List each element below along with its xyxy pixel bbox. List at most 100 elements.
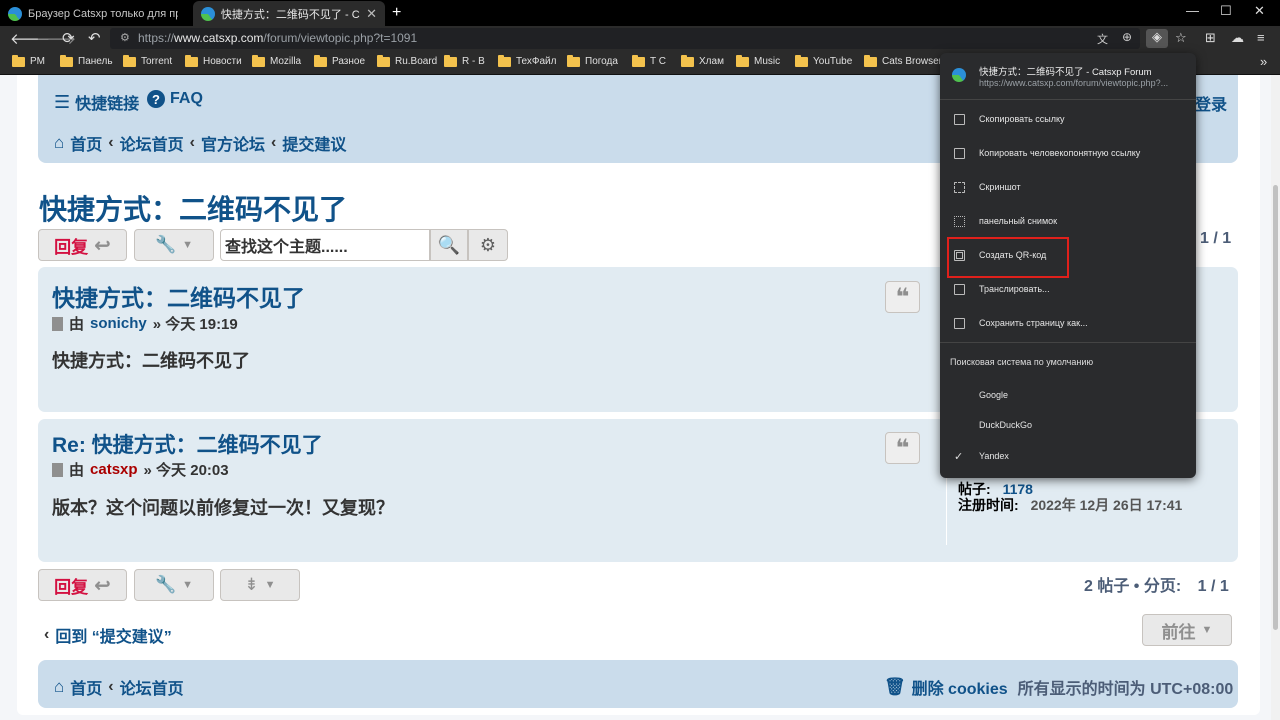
engine-duckduckgo[interactable]: DuckDuckGo bbox=[940, 413, 1196, 437]
maximize-icon[interactable]: ☐ bbox=[1220, 3, 1232, 19]
folder-icon bbox=[252, 54, 265, 67]
topic-title[interactable]: 快捷方式：二维码不见了 bbox=[39, 188, 347, 228]
undo-icon[interactable]: ↶ bbox=[88, 29, 101, 47]
menu-copy-readable-link[interactable]: Копировать человекопонятную ссылку bbox=[940, 141, 1196, 165]
close-window-icon[interactable]: ✕ bbox=[1254, 3, 1265, 19]
topic-search-input[interactable]: 查找这个主题...... bbox=[220, 229, 430, 261]
bookmark-folder[interactable]: Music bbox=[736, 54, 780, 67]
chevron-left-icon: ‹ bbox=[108, 678, 114, 695]
bookmark-folder[interactable]: Панель bbox=[60, 54, 113, 67]
goto-dropdown[interactable]: 前往 ▼ bbox=[1142, 614, 1232, 646]
minimize-icon[interactable]: — bbox=[1186, 3, 1199, 18]
post-file-icon bbox=[52, 316, 63, 331]
bookmark-folder[interactable]: Mozilla bbox=[252, 54, 301, 67]
bookmark-folder[interactable]: Ru.Board bbox=[377, 54, 437, 67]
quote-icon: ❝ bbox=[895, 434, 910, 462]
bookmark-folder[interactable]: T C bbox=[632, 54, 666, 67]
search-engine-heading: Поисковая система по умолчанию bbox=[950, 357, 1094, 367]
caret-down-icon: ▼ bbox=[182, 579, 194, 591]
folder-icon bbox=[444, 54, 457, 67]
post-author[interactable]: catsxp bbox=[90, 461, 138, 478]
bookmark-folder[interactable]: Погода bbox=[567, 54, 618, 67]
post-title[interactable]: 快捷方式：二维码不见了 bbox=[52, 279, 305, 313]
scrollbar-thumb[interactable] bbox=[1273, 185, 1278, 630]
reload-icon[interactable]: ⟳ bbox=[62, 29, 75, 47]
footer-right: 🗑 删除 cookies 所有显示的时间为 UTC+08:00 bbox=[884, 675, 1234, 699]
folder-icon bbox=[123, 54, 136, 67]
search-icon: 🔍 bbox=[437, 234, 461, 255]
bookmark-folder[interactable]: PM bbox=[12, 54, 45, 67]
zoom-icon[interactable]: ⊕ bbox=[1122, 30, 1132, 44]
engine-google[interactable]: Google bbox=[940, 383, 1196, 407]
tab-title: Браузер Catsxp только для простоты и б bbox=[28, 7, 178, 20]
crumb-official[interactable]: 官方论坛 bbox=[201, 131, 265, 155]
profile-joined: 注册时间: 2022年 12月 26日 17:41 bbox=[958, 497, 1183, 513]
caret-down-icon: ▼ bbox=[1201, 624, 1213, 636]
close-tab-icon[interactable]: ✕ bbox=[366, 6, 377, 22]
post-body: 快捷方式：二维码不见了 bbox=[52, 351, 250, 371]
share-menu-icon[interactable]: ◈ bbox=[1146, 29, 1168, 48]
quote-button[interactable]: ❝ bbox=[885, 432, 920, 464]
main-menu-icon[interactable]: ≡ bbox=[1257, 30, 1265, 45]
question-icon: ? bbox=[147, 90, 165, 108]
bookmark-folder[interactable]: R - B bbox=[444, 54, 485, 67]
bookmark-folder[interactable]: Cats Browser bbox=[864, 54, 942, 67]
reply-arrow-icon: ↩ bbox=[94, 574, 111, 597]
bookmark-star-icon[interactable]: ☆ bbox=[1175, 30, 1187, 46]
reply-button[interactable]: 回复 ↩ bbox=[38, 229, 127, 261]
menu-copy-link[interactable]: Скопировать ссылку bbox=[940, 107, 1196, 131]
tools-dropdown-bottom[interactable]: 🔧 ▼ bbox=[134, 569, 214, 601]
translate-icon[interactable]: 文 bbox=[1097, 31, 1108, 47]
reply-arrow-icon: ↩ bbox=[94, 234, 111, 257]
login-link[interactable]: 登录 bbox=[1195, 91, 1227, 115]
divider bbox=[940, 342, 1196, 343]
profile-divider bbox=[946, 470, 947, 545]
delete-cookies-link[interactable]: 删除 cookies bbox=[912, 675, 1008, 699]
footer-breadcrumb: ⌂ 首页 ‹ 论坛首页 bbox=[54, 677, 184, 698]
advanced-search-button[interactable]: ⚙ bbox=[468, 229, 508, 261]
crumb-home[interactable]: 首页 bbox=[70, 131, 102, 155]
post-meta: 由 sonichy » 今天 19:19 bbox=[52, 313, 238, 334]
post-author[interactable]: sonichy bbox=[90, 315, 147, 332]
extensions-icon[interactable]: ⊞ bbox=[1205, 30, 1216, 46]
menu-screenshot[interactable]: Скриншот bbox=[940, 175, 1196, 199]
bookmark-folder[interactable]: Хлам bbox=[681, 54, 724, 67]
bookmark-folder[interactable]: Разное bbox=[314, 54, 365, 67]
quicklinks-link[interactable]: ☰ 快捷链接 bbox=[54, 90, 139, 114]
reply-button-bottom[interactable]: 回复 ↩ bbox=[38, 569, 127, 601]
engine-yandex[interactable]: ✓ Yandex bbox=[940, 444, 1196, 468]
copy-icon bbox=[954, 147, 965, 159]
search-button[interactable]: 🔍 bbox=[430, 229, 468, 261]
bookmark-folder[interactable]: ТехФайл bbox=[498, 54, 556, 67]
cloud-icon[interactable]: ☁ bbox=[1231, 30, 1244, 46]
scrollbar[interactable] bbox=[1271, 75, 1280, 720]
address-bar[interactable]: ⚙ https://www.catsxp.com/forum/viewtopic… bbox=[110, 28, 1140, 49]
divider bbox=[940, 99, 1196, 100]
site-info-icon[interactable]: ⚙ bbox=[120, 31, 130, 44]
tab-2[interactable]: 快捷方式：二维码不见了 - Catsxp Fo ✕ bbox=[193, 1, 385, 26]
post-meta: 由 catsxp » 今天 20:03 bbox=[52, 459, 229, 480]
caret-down-icon: ▼ bbox=[182, 239, 194, 251]
post-title[interactable]: Re: 快捷方式：二维码不见了 bbox=[52, 429, 323, 459]
new-tab-icon[interactable]: + bbox=[392, 4, 401, 22]
pagination-bottom: 2 帖子 • 分页: 1 / 1 bbox=[1084, 578, 1229, 595]
tools-dropdown[interactable]: 🔧 ▼ bbox=[134, 229, 214, 261]
bookmark-folder[interactable]: Новости bbox=[185, 54, 242, 67]
folder-icon bbox=[567, 54, 580, 67]
tab-1[interactable]: Браузер Catsxp только для простоты и б bbox=[0, 1, 192, 26]
catsxp-favicon-icon bbox=[8, 6, 22, 21]
menu-save-page[interactable]: Сохранить страницу как... bbox=[940, 311, 1196, 335]
sort-dropdown[interactable]: ⇟ ▼ bbox=[220, 569, 300, 601]
back-link[interactable]: ‹ 回到 “提交建议” bbox=[44, 623, 172, 647]
quote-button[interactable]: ❝ bbox=[885, 281, 920, 313]
bookmark-folder[interactable]: Torrent bbox=[123, 54, 172, 67]
wrench-icon: 🔧 bbox=[154, 235, 177, 254]
menu-panel-snapshot[interactable]: панельный снимок bbox=[940, 209, 1196, 233]
menu-cast[interactable]: Транслировать... bbox=[940, 277, 1196, 301]
faq-link[interactable]: ? FAQ bbox=[147, 90, 203, 108]
crumb-index[interactable]: 论坛首页 bbox=[120, 131, 184, 155]
chevron-left-icon: ‹ bbox=[189, 134, 195, 151]
bookmark-folder[interactable]: YouTube bbox=[795, 54, 852, 67]
crumb-suggestions[interactable]: 提交建议 bbox=[282, 131, 346, 155]
more-bookmarks[interactable]: » bbox=[1260, 54, 1267, 69]
